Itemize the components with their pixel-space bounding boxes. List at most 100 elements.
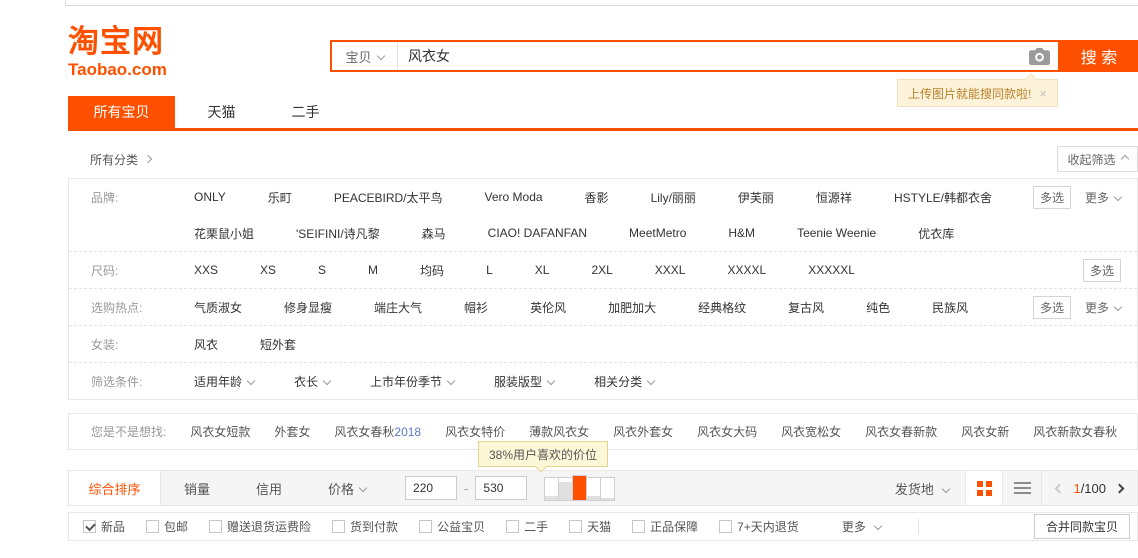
- filter-checkbox-item[interactable]: 包邮: [146, 518, 188, 535]
- histogram-bin[interactable]: [586, 477, 601, 501]
- filter-option[interactable]: 均码: [420, 262, 444, 279]
- filter-option[interactable]: S: [318, 263, 326, 277]
- filter-option[interactable]: M: [368, 263, 378, 277]
- filter-option[interactable]: 森马: [422, 225, 446, 242]
- suggest-link[interactable]: 风衣外套女: [613, 423, 673, 440]
- filter-option[interactable]: HSTYLE/韩都衣舍: [894, 189, 992, 206]
- collapse-filters-button[interactable]: 收起筛选: [1057, 146, 1138, 172]
- filter-option[interactable]: Vero Moda: [485, 190, 543, 204]
- filter-option[interactable]: Teenie Weenie: [797, 226, 876, 240]
- next-page-icon[interactable]: [1115, 483, 1125, 493]
- multi-select-button[interactable]: 多选: [1033, 296, 1071, 319]
- filter-option[interactable]: 恒源祥: [816, 189, 852, 206]
- filter-checkbox-item[interactable]: 公益宝贝: [419, 518, 485, 535]
- filter-dropdown[interactable]: 相关分类: [594, 373, 654, 390]
- sort-option-sales[interactable]: 销量: [161, 471, 233, 505]
- taobao-logo[interactable]: 淘宝网 Taobao.com: [68, 26, 167, 80]
- filter-dropdown[interactable]: 服装版型: [494, 373, 554, 390]
- suggest-link[interactable]: 风衣女大码: [697, 423, 757, 440]
- filter-option[interactable]: 乐町: [268, 189, 292, 206]
- filter-option[interactable]: L: [486, 263, 493, 277]
- checkbox[interactable]: [332, 520, 345, 533]
- filter-option[interactable]: 优衣库: [918, 225, 954, 242]
- suggest-link[interactable]: 风衣宽松女: [781, 423, 841, 440]
- checkbox[interactable]: [146, 520, 159, 533]
- price-min-input[interactable]: [405, 476, 457, 500]
- checkbox[interactable]: [719, 520, 732, 533]
- filter-option[interactable]: 香影: [585, 189, 609, 206]
- checkbox[interactable]: [569, 520, 582, 533]
- suggest-link[interactable]: 薄款风衣女: [529, 423, 589, 440]
- filter-option[interactable]: PEACEBIRD/太平鸟: [334, 189, 443, 206]
- filter-dropdown[interactable]: 适用年龄: [194, 373, 254, 390]
- filter-option[interactable]: Lily/丽丽: [651, 189, 696, 206]
- tab-tmall[interactable]: 天猫: [184, 96, 259, 128]
- more-filters-button[interactable]: 更多: [842, 518, 881, 535]
- filter-option[interactable]: 'SEIFINI/诗凡黎: [296, 225, 380, 242]
- filter-option[interactable]: XL: [535, 263, 550, 277]
- checkbox[interactable]: [506, 520, 519, 533]
- price-max-input[interactable]: [475, 476, 527, 500]
- filter-option[interactable]: XXXXXL: [808, 263, 855, 277]
- checkbox[interactable]: [209, 520, 222, 533]
- suggest-link[interactable]: 风衣女新: [961, 423, 1009, 440]
- image-search-button[interactable]: [1020, 42, 1058, 70]
- suggest-link[interactable]: 风衣女特价: [445, 423, 505, 440]
- filter-option[interactable]: 帽衫: [464, 299, 488, 316]
- filter-checkbox-item[interactable]: 正品保障: [632, 518, 698, 535]
- filter-option[interactable]: 气质淑女: [194, 299, 242, 316]
- ship-from-dropdown[interactable]: 发货地: [895, 479, 950, 498]
- checkbox[interactable]: [83, 520, 96, 533]
- grid-view-button[interactable]: [965, 471, 1003, 505]
- sort-option-price[interactable]: 价格: [305, 471, 389, 505]
- checkbox[interactable]: [419, 520, 432, 533]
- close-icon[interactable]: ×: [1039, 86, 1047, 101]
- filter-option[interactable]: 加肥加大: [608, 299, 656, 316]
- filter-option[interactable]: 民族风: [932, 299, 968, 316]
- more-button[interactable]: 更多: [1085, 189, 1121, 206]
- filter-option[interactable]: 经典格纹: [698, 299, 746, 316]
- tab-all-items[interactable]: 所有宝贝: [68, 96, 175, 128]
- list-view-button[interactable]: [1003, 471, 1041, 505]
- suggest-link[interactable]: 外套女: [274, 423, 310, 440]
- merge-same-items-button[interactable]: 合并同款宝贝: [1034, 514, 1130, 539]
- filter-option[interactable]: MeetMetro: [629, 226, 686, 240]
- filter-option[interactable]: XXXL: [655, 263, 686, 277]
- breadcrumb-all-categories[interactable]: 所有分类: [90, 151, 151, 168]
- filter-option[interactable]: CIAO! DAFANFAN: [488, 226, 587, 240]
- more-button[interactable]: 更多: [1085, 299, 1121, 316]
- suggest-link[interactable]: 风衣女春新款: [865, 423, 937, 440]
- search-input[interactable]: [398, 42, 1020, 70]
- suggest-link[interactable]: 风衣女春秋2018: [334, 423, 421, 440]
- sort-option-default[interactable]: 综合排序: [69, 471, 161, 505]
- filter-option[interactable]: 短外套: [260, 336, 296, 353]
- filter-checkbox-item[interactable]: 7+天内退货: [719, 518, 799, 535]
- filter-option[interactable]: 英伦风: [530, 299, 566, 316]
- multi-select-button[interactable]: 多选: [1033, 186, 1071, 209]
- filter-option[interactable]: 修身显瘦: [284, 299, 332, 316]
- suggest-link[interactable]: 风衣新款女春秋: [1033, 423, 1117, 440]
- search-scope-dropdown[interactable]: 宝贝: [332, 42, 398, 70]
- filter-option[interactable]: XXXXL: [727, 263, 766, 277]
- multi-select-button[interactable]: 多选: [1083, 259, 1121, 282]
- filter-option[interactable]: H&M: [728, 226, 755, 240]
- filter-checkbox-item[interactable]: 赠送退货运费险: [209, 518, 311, 535]
- filter-checkbox-item[interactable]: 二手: [506, 518, 548, 535]
- filter-option[interactable]: 2XL: [591, 263, 612, 277]
- filter-option[interactable]: 风衣: [194, 336, 218, 353]
- filter-option[interactable]: 纯色: [866, 299, 890, 316]
- histogram-bin[interactable]: [572, 475, 587, 501]
- histogram-bin[interactable]: [558, 477, 573, 501]
- suggest-link[interactable]: 风衣女短款: [190, 423, 250, 440]
- filter-option[interactable]: XXS: [194, 263, 218, 277]
- filter-option[interactable]: ONLY: [194, 190, 226, 204]
- filter-checkbox-item[interactable]: 天猫: [569, 518, 611, 535]
- filter-checkbox-item[interactable]: 货到付款: [332, 518, 398, 535]
- filter-option[interactable]: XS: [260, 263, 276, 277]
- filter-option[interactable]: 伊芙丽: [738, 189, 774, 206]
- filter-checkbox-item[interactable]: 新品: [83, 518, 125, 535]
- histogram-bin[interactable]: [544, 477, 559, 501]
- checkbox[interactable]: [632, 520, 645, 533]
- filter-dropdown[interactable]: 上市年份季节: [370, 373, 454, 390]
- tab-secondhand[interactable]: 二手: [268, 96, 343, 128]
